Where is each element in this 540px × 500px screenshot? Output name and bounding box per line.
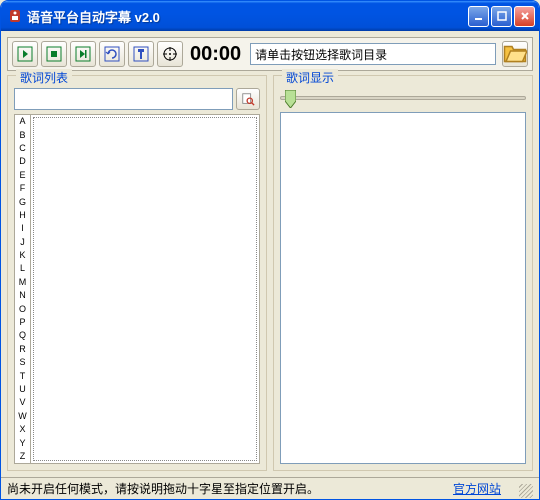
close-button[interactable] xyxy=(514,6,535,27)
lyrics-display[interactable] xyxy=(280,112,526,464)
stop-button[interactable] xyxy=(41,41,67,67)
alpha-index-item[interactable]: W xyxy=(15,410,30,423)
alpha-index-item[interactable]: G xyxy=(15,195,30,208)
lyrics-directory-input[interactable] xyxy=(250,43,496,65)
slider-thumb[interactable] xyxy=(285,90,296,108)
official-site-link[interactable]: 官方网站 xyxy=(453,480,501,497)
resize-grip[interactable] xyxy=(519,484,533,498)
minimize-button[interactable] xyxy=(468,6,489,27)
alpha-index-item[interactable]: P xyxy=(15,316,30,329)
alpha-index-item[interactable]: A xyxy=(15,115,30,128)
settings-button[interactable] xyxy=(128,41,154,67)
maximize-button[interactable] xyxy=(491,6,512,27)
search-button[interactable] xyxy=(236,88,260,110)
alpha-index-item[interactable]: M xyxy=(15,276,30,289)
window-buttons xyxy=(468,6,535,27)
lyrics-display-panel: 歌词显示 xyxy=(273,75,533,471)
time-display: 00:00 xyxy=(190,43,241,66)
alpha-index-item[interactable]: Z xyxy=(15,450,30,463)
window-title: 语音平台自动字幕 v2.0 xyxy=(27,7,468,26)
search-input[interactable] xyxy=(14,88,233,110)
slider-row xyxy=(280,88,526,108)
position-slider[interactable] xyxy=(280,96,526,100)
status-text: 尚未开启任何模式，请按说明拖动十字星至指定位置开启。 xyxy=(7,480,453,497)
lyrics-list-legend: 歌词列表 xyxy=(16,69,72,86)
alpha-index-item[interactable]: E xyxy=(15,169,30,182)
export-button[interactable] xyxy=(70,41,96,67)
alpha-index-item[interactable]: L xyxy=(15,262,30,275)
play-button[interactable] xyxy=(12,41,38,67)
app-window: 语音平台自动字幕 v2.0 xyxy=(0,0,540,500)
titlebar[interactable]: 语音平台自动字幕 v2.0 xyxy=(1,1,539,31)
search-row xyxy=(14,88,260,110)
alpha-index-item[interactable]: H xyxy=(15,209,30,222)
alpha-index-item[interactable]: X xyxy=(15,423,30,436)
alpha-index-item[interactable]: K xyxy=(15,249,30,262)
sync-button[interactable] xyxy=(99,41,125,67)
client-area: 00:00 歌词列表 ABCDEFGHIJKLMNOPQRSTUVWXYZ xyxy=(1,31,539,477)
alpha-index-item[interactable]: B xyxy=(15,128,30,141)
alpha-index: ABCDEFGHIJKLMNOPQRSTUVWXYZ xyxy=(15,115,31,463)
alpha-index-item[interactable]: Q xyxy=(15,329,30,342)
alpha-index-item[interactable]: F xyxy=(15,182,30,195)
alpha-index-item[interactable]: R xyxy=(15,343,30,356)
panels: 歌词列表 ABCDEFGHIJKLMNOPQRSTUVWXYZ 歌词显示 xyxy=(7,75,533,471)
lyrics-list-area: ABCDEFGHIJKLMNOPQRSTUVWXYZ xyxy=(14,114,260,464)
alpha-index-item[interactable]: J xyxy=(15,236,30,249)
statusbar: 尚未开启任何模式，请按说明拖动十字星至指定位置开启。 官方网站 xyxy=(1,477,539,499)
alpha-index-item[interactable]: D xyxy=(15,155,30,168)
alpha-index-item[interactable]: U xyxy=(15,383,30,396)
toolbar: 00:00 xyxy=(7,37,533,71)
lyrics-display-legend: 歌词显示 xyxy=(282,69,338,86)
lyrics-list-panel: 歌词列表 ABCDEFGHIJKLMNOPQRSTUVWXYZ xyxy=(7,75,267,471)
app-icon xyxy=(7,8,23,24)
lyrics-list[interactable] xyxy=(33,117,257,461)
alpha-index-item[interactable]: N xyxy=(15,289,30,302)
alpha-index-item[interactable]: O xyxy=(15,302,30,315)
alpha-index-item[interactable]: T xyxy=(15,369,30,382)
alpha-index-item[interactable]: I xyxy=(15,222,30,235)
alpha-index-item[interactable]: S xyxy=(15,356,30,369)
alpha-index-item[interactable]: V xyxy=(15,396,30,409)
alpha-index-item[interactable]: C xyxy=(15,142,30,155)
browse-folder-button[interactable] xyxy=(502,41,528,67)
target-button[interactable] xyxy=(157,41,183,67)
alpha-index-item[interactable]: Y xyxy=(15,436,30,449)
